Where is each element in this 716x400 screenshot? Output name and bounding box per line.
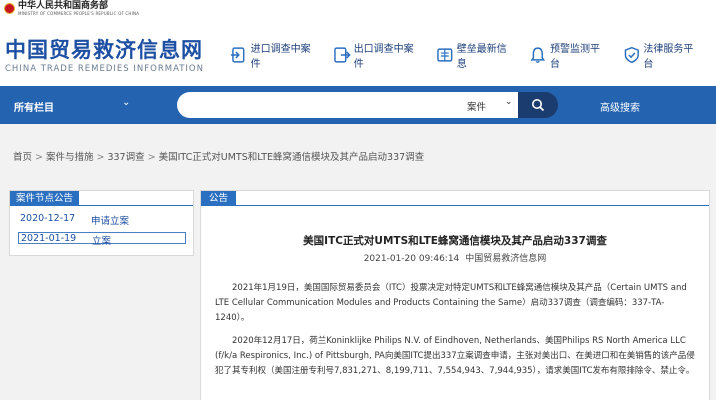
ministry-logo[interactable]: 中华人民共和国商务部 MINISTRY OF COMMERCE PEOPLE'S… bbox=[4, 1, 139, 16]
case-node-label: 立案 bbox=[92, 236, 112, 247]
import-case-icon bbox=[230, 47, 245, 63]
nav-import-cases[interactable]: 进口调查中案件 bbox=[230, 40, 319, 70]
national-emblem-icon bbox=[4, 3, 15, 14]
nav-legal-platform-label: 法律服务平台 bbox=[643, 44, 694, 70]
chevron-down-icon[interactable]: ⌄ bbox=[505, 97, 513, 107]
case-node-panel-title: 案件节点公告 bbox=[10, 191, 80, 206]
search-icon bbox=[532, 99, 545, 112]
nav-legal-platform[interactable]: 法律服务平台 bbox=[623, 40, 702, 70]
all-columns-menu[interactable]: 所有栏目 bbox=[14, 99, 54, 114]
nav-warning-platform-label: 预警监测平台 bbox=[550, 44, 601, 70]
search-input[interactable] bbox=[189, 97, 459, 113]
article-meta: 2021-01-20 09:46:14 中国贸易救济信息网 bbox=[201, 251, 709, 264]
site-header: 中华人民共和国商务部 MINISTRY OF COMMERCE PEOPLE'S… bbox=[0, 0, 716, 86]
article-title: 美国ITC正式对UMTS和LTE蜂窝通信模块及其产品启动337调查 bbox=[303, 235, 607, 247]
article-body: 2021年1月19日，美国国际贸易委员会（ITC）投票决定对特定UMTS和LTE… bbox=[215, 281, 695, 387]
ministry-name-en: MINISTRY OF COMMERCE PEOPLE'S REPUBLIC O… bbox=[18, 11, 140, 16]
search-box: 案件 ⌄ bbox=[177, 92, 521, 118]
breadcrumb-home[interactable]: 首页 bbox=[13, 152, 32, 163]
advanced-search-link[interactable]: 高级搜索 bbox=[600, 99, 640, 114]
chevron-down-icon[interactable]: ⌄ bbox=[122, 97, 130, 108]
breadcrumb-cases[interactable]: 案件与措施 bbox=[46, 152, 94, 163]
site-title[interactable]: 中国贸易救济信息网 bbox=[5, 34, 203, 64]
article-source: 中国贸易救济信息网 bbox=[465, 254, 547, 264]
case-node-row[interactable]: 2020-12-17 申请立案 bbox=[18, 213, 186, 227]
panel-divider bbox=[10, 205, 193, 206]
nav-export-cases[interactable]: 出口调查中案件 bbox=[333, 40, 422, 70]
barrier-info-icon bbox=[437, 48, 453, 62]
search-bar: 所有栏目 ⌄ 案件 ⌄ 高级搜索 bbox=[0, 86, 716, 124]
site-subtitle: CHINA TRADE REMEDIES INFORMATION bbox=[5, 64, 204, 74]
nav-import-cases-label: 进口调查中案件 bbox=[250, 44, 311, 70]
case-node-date: 2020-12-17 bbox=[20, 213, 76, 224]
bell-icon bbox=[530, 47, 546, 63]
breadcrumb-separator: > bbox=[96, 152, 105, 163]
case-node-date: 2021-01-19 bbox=[21, 233, 77, 244]
case-node-row-selected[interactable]: 2021-01-19 立案 bbox=[18, 232, 186, 247]
article-datetime: 2021-01-20 09:46:14 bbox=[363, 254, 460, 264]
nav-barrier-info-label: 壁垒最新信息 bbox=[456, 44, 507, 70]
panel-divider bbox=[201, 205, 709, 206]
article-paragraph: 2020年12月17日，荷兰Koninklijke Philips N.V. o… bbox=[215, 336, 695, 376]
article-paragraph: 2021年1月19日，美国国际贸易委员会（ITC）投票决定对特定UMTS和LTE… bbox=[215, 283, 687, 323]
breadcrumb-337[interactable]: 337调查 bbox=[107, 152, 144, 163]
announcement-tab: 公告 bbox=[201, 191, 237, 206]
top-nav: 进口调查中案件 出口调查中案件 壁垒最新信息 预警监测平台 法律服务平台 bbox=[230, 40, 716, 70]
nav-warning-platform[interactable]: 预警监测平台 bbox=[529, 40, 608, 70]
case-node-panel: 案件节点公告 2020-12-17 申请立案 2021-01-19 立案 bbox=[9, 190, 194, 256]
shield-icon bbox=[624, 46, 639, 64]
breadcrumb-separator: > bbox=[35, 152, 43, 163]
announcement-panel: 公告 美国ITC正式对UMTS和LTE蜂窝通信模块及其产品启动337调查 202… bbox=[200, 190, 710, 400]
case-node-label: 申请立案 bbox=[91, 216, 130, 227]
breadcrumb-current: 美国ITC正式对UMTS和LTE蜂窝通信模块及其产品启动337调查 bbox=[158, 152, 425, 163]
export-case-icon bbox=[334, 47, 351, 63]
breadcrumb: 首页 > 案件与措施 >337调查 > 美国ITC正式对UMTS和LTE蜂窝通信模块及其产… bbox=[13, 149, 424, 163]
ministry-name-cn: 中华人民共和国商务部 bbox=[18, 1, 109, 11]
nav-barrier-info[interactable]: 壁垒最新信息 bbox=[436, 40, 515, 70]
nav-export-cases-label: 出口调查中案件 bbox=[353, 44, 414, 70]
search-type-select[interactable]: 案件 bbox=[467, 99, 486, 113]
search-button[interactable] bbox=[518, 92, 558, 118]
breadcrumb-separator: > bbox=[147, 152, 156, 163]
